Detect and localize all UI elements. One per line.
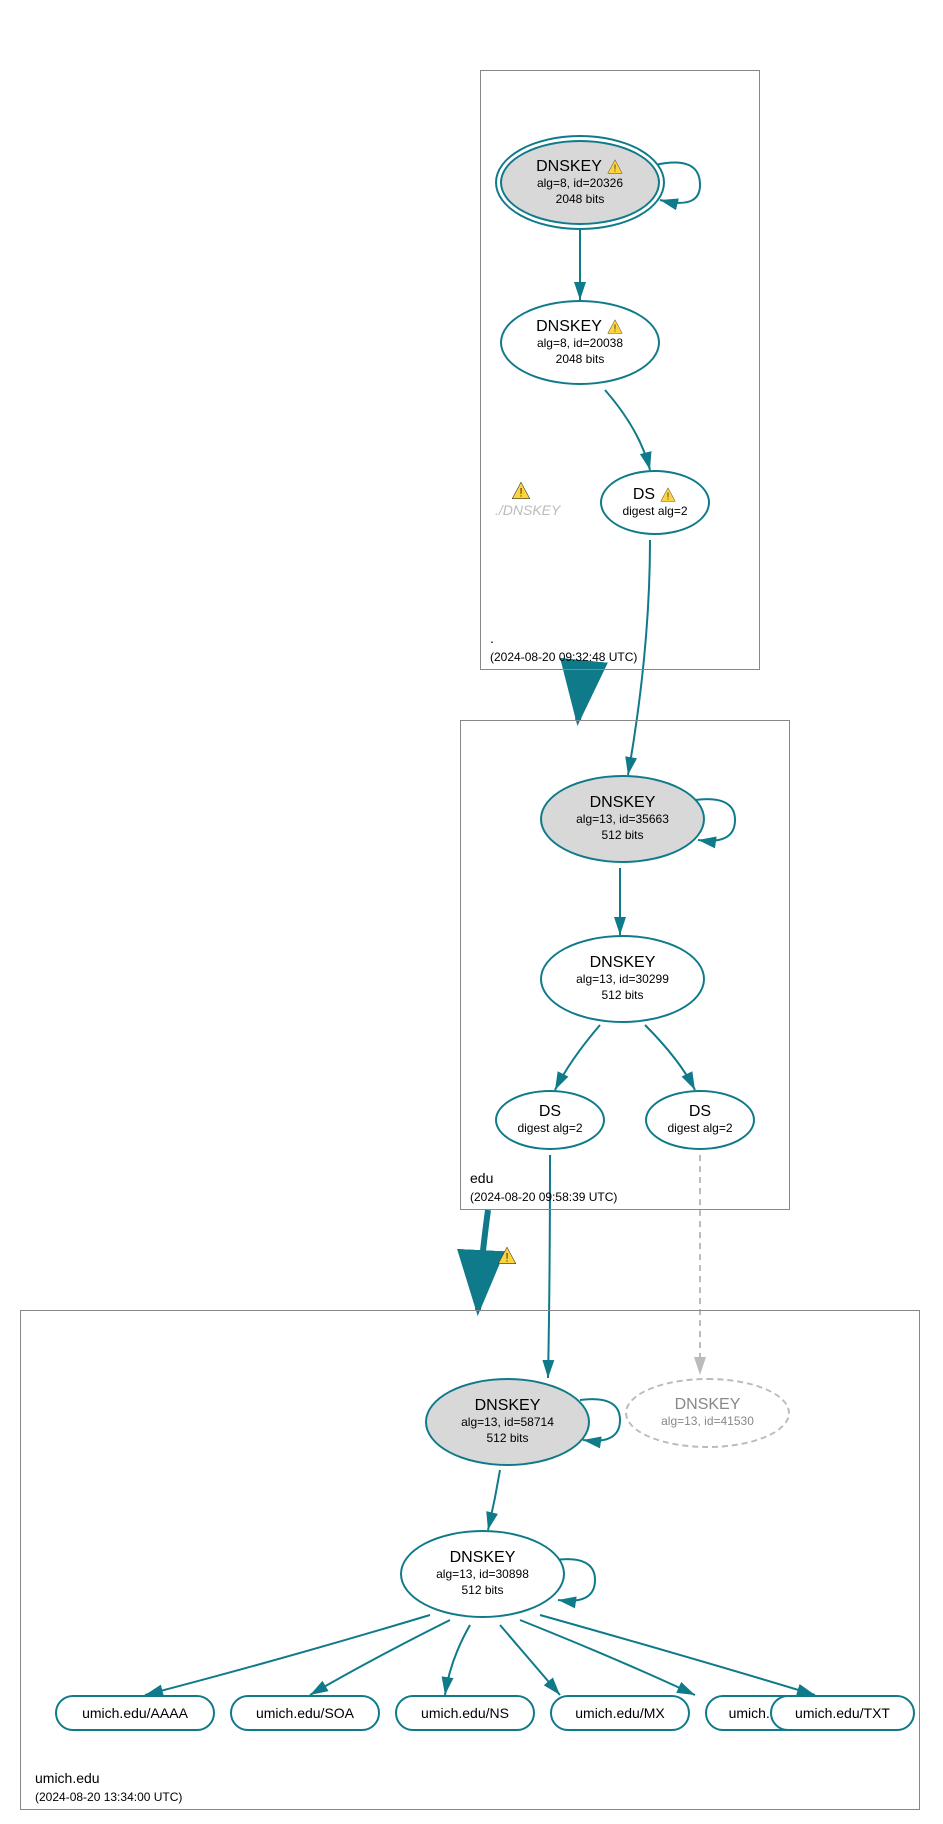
record-mx[interactable]: umich.edu/MX: [550, 1695, 690, 1731]
record-txt[interactable]: umich.edu/TXT: [770, 1695, 915, 1731]
node-label: DNSKEY: [590, 954, 656, 972]
node-label: DNSKEY: [475, 1397, 541, 1415]
node-label: DNSKEY: [675, 1396, 741, 1414]
node-sub1: digest alg=2: [667, 1121, 732, 1137]
node-sub1: digest alg=2: [622, 504, 687, 520]
svg-text:!: !: [614, 163, 617, 174]
node-sub2: 512 bits: [461, 1583, 503, 1599]
node-sub1: alg=8, id=20326: [537, 176, 623, 192]
zone-umich-timestamp: (2024-08-20 13:34:00 UTC): [35, 1790, 182, 1804]
node-label: DNSKEY: [536, 318, 602, 336]
node-sub1: alg=13, id=35663: [576, 812, 669, 828]
zone-edu-timestamp: (2024-08-20 09:58:39 UTC): [470, 1190, 617, 1204]
node-sub1: alg=8, id=20038: [537, 336, 623, 352]
node-label: DS: [689, 1103, 711, 1121]
record-soa[interactable]: umich.edu/SOA: [230, 1695, 380, 1731]
warning-icon-standalone: !: [510, 480, 532, 502]
node-label: DS: [633, 486, 655, 504]
warning-icon: !: [659, 486, 677, 504]
node-edu-ds-1[interactable]: DS digest alg=2: [495, 1090, 605, 1150]
warning-icon: !: [606, 318, 624, 336]
node-sub2: 512 bits: [601, 828, 643, 844]
record-aaaa[interactable]: umich.edu/AAAA: [55, 1695, 215, 1731]
zone-edu-label: edu: [470, 1170, 493, 1186]
node-edu-ds-2[interactable]: DS digest alg=2: [645, 1090, 755, 1150]
node-label: DNSKEY: [590, 794, 656, 812]
svg-text:!: !: [505, 1251, 508, 1265]
node-root-ds[interactable]: DS! digest alg=2: [600, 470, 710, 535]
node-sub1: alg=13, id=58714: [461, 1415, 554, 1431]
node-label: DS: [539, 1103, 561, 1121]
node-sub2: 2048 bits: [556, 352, 605, 368]
node-umich-dnskey-30898[interactable]: DNSKEY alg=13, id=30898 512 bits: [400, 1530, 565, 1618]
node-umich-dnskey-41530[interactable]: DNSKEY alg=13, id=41530: [625, 1378, 790, 1448]
zone-root-label: .: [490, 630, 494, 646]
node-label: DNSKEY: [536, 158, 602, 176]
zone-umich-label: umich.edu: [35, 1770, 100, 1786]
node-sub1: alg=13, id=30299: [576, 972, 669, 988]
node-sub2: 2048 bits: [556, 192, 605, 208]
node-sub1: alg=13, id=30898: [436, 1567, 529, 1583]
node-label: DNSKEY: [450, 1549, 516, 1567]
node-sub1: digest alg=2: [517, 1121, 582, 1137]
warning-icon-edge: !: [496, 1245, 518, 1267]
svg-text:!: !: [519, 486, 522, 500]
node-edu-dnskey-30299[interactable]: DNSKEY alg=13, id=30299 512 bits: [540, 935, 705, 1023]
node-sub2: 512 bits: [486, 1431, 528, 1447]
zone-root-timestamp: (2024-08-20 09:32:48 UTC): [490, 650, 637, 664]
node-edu-dnskey-35663[interactable]: DNSKEY alg=13, id=35663 512 bits: [540, 775, 705, 863]
node-sub1: alg=13, id=41530: [661, 1414, 754, 1430]
svg-text:!: !: [614, 323, 617, 334]
record-ns[interactable]: umich.edu/NS: [395, 1695, 535, 1731]
node-root-dnskey-20326[interactable]: DNSKEY! alg=8, id=20326 2048 bits: [500, 140, 660, 225]
faded-dnskey-label: ./DNSKEY: [495, 502, 560, 518]
node-sub2: 512 bits: [601, 988, 643, 1004]
svg-text:!: !: [667, 491, 670, 502]
node-umich-dnskey-58714[interactable]: DNSKEY alg=13, id=58714 512 bits: [425, 1378, 590, 1466]
node-root-dnskey-20038[interactable]: DNSKEY! alg=8, id=20038 2048 bits: [500, 300, 660, 385]
warning-icon: !: [606, 158, 624, 176]
